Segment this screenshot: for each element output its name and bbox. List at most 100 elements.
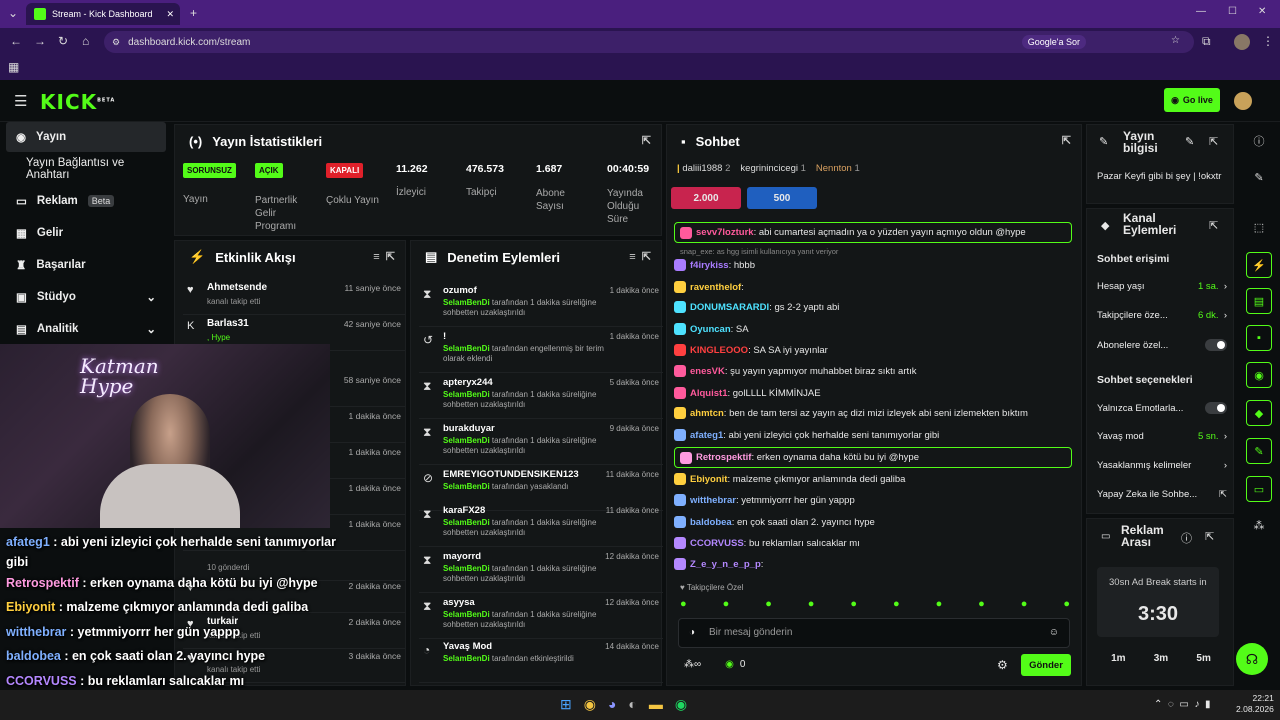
tray-icons[interactable]: ⌃ ◌ ▭ ♪ ▮ bbox=[1154, 699, 1211, 710]
filter-popout-icons[interactable]: ≡ ⇱ bbox=[373, 250, 395, 263]
emote-only-toggle[interactable] bbox=[1205, 402, 1227, 414]
spotify-icon[interactable]: ◉ bbox=[675, 696, 687, 713]
folder-icon[interactable]: ▬ bbox=[649, 696, 663, 713]
support-button[interactable]: ☊ bbox=[1236, 643, 1268, 675]
kick-logo[interactable]: KICKBETA bbox=[40, 90, 115, 114]
lightning-icon[interactable]: ⚡ bbox=[1246, 252, 1272, 278]
bookmark-star-icon[interactable]: ☆ bbox=[1171, 35, 1180, 46]
close-tab-icon[interactable]: ✕ bbox=[166, 9, 174, 20]
go-live-button[interactable]: ◉ Go live bbox=[1164, 88, 1220, 112]
emote-icon[interactable]: ● bbox=[723, 598, 730, 612]
reload-icon[interactable]: ↻ bbox=[58, 34, 68, 48]
steam-icon[interactable]: ◐ bbox=[628, 696, 636, 713]
tab-search-icon[interactable]: ⌄ bbox=[8, 6, 18, 20]
chat-username[interactable]: f4irykiss bbox=[690, 260, 729, 271]
chat-username[interactable]: sevv7lozturk bbox=[696, 227, 754, 238]
emote-icon[interactable]: ● bbox=[893, 598, 900, 612]
chat-username[interactable]: Z_e_y_n_e_p_p bbox=[690, 559, 761, 570]
popout-icon[interactable]: ⇱ bbox=[1205, 530, 1214, 543]
emote-icon[interactable]: ● bbox=[1063, 598, 1070, 612]
ai-moderation-row[interactable]: Yapay Zeka ile Sohbe... ⇱ bbox=[1097, 489, 1227, 500]
back-icon[interactable]: ← bbox=[10, 34, 22, 48]
chat-input[interactable]: ◑ Bir mesaj gönderin ☺ bbox=[678, 618, 1070, 648]
windows-start-icon[interactable]: ⊞ bbox=[560, 696, 572, 713]
discord-icon[interactable]: ◕ bbox=[608, 696, 616, 713]
chat-username[interactable]: KINGLEOOO bbox=[690, 345, 748, 356]
slow-mode-row[interactable]: Yavaş mod 5 sn. › bbox=[1097, 431, 1227, 442]
chat-username[interactable]: DONUMSARARDI bbox=[690, 302, 769, 313]
popout-icon[interactable]: ⇱ bbox=[642, 134, 651, 147]
subscribers-only-toggle[interactable] bbox=[1205, 339, 1227, 351]
top-user-2[interactable]: kegrinincicegi 1 bbox=[740, 163, 806, 174]
extensions-icon[interactable]: ⧉ bbox=[1202, 34, 1211, 49]
google-ask-button[interactable]: Google'a Sor bbox=[1021, 35, 1086, 49]
hamburger-menu-icon[interactable]: ☰ bbox=[14, 92, 27, 110]
chat-popout-icon[interactable]: ⬚ bbox=[1246, 214, 1272, 240]
forward-icon[interactable]: → bbox=[34, 34, 46, 48]
broadcast-icon[interactable]: ◉ bbox=[1246, 362, 1272, 388]
emoji-icon[interactable]: ☺ bbox=[1049, 627, 1059, 638]
mod-target-user[interactable]: mayorrd bbox=[443, 551, 481, 562]
chat-bubble-icon[interactable]: ▪ bbox=[1246, 325, 1272, 351]
banned-words-row[interactable]: Yasaklanmış kelimeler › bbox=[1097, 460, 1227, 471]
ad-icon[interactable]: ▭ bbox=[1246, 476, 1272, 502]
emote-icon[interactable]: ● bbox=[765, 598, 772, 612]
chat-username[interactable]: enesVK bbox=[690, 366, 725, 377]
nav-basarilar[interactable]: ♜ Başarılar bbox=[6, 250, 166, 280]
filter-popout-icons[interactable]: ≡ ⇱ bbox=[629, 250, 651, 263]
mod-target-user[interactable]: Yavaş Mod bbox=[443, 641, 492, 652]
emote-icon[interactable]: ● bbox=[978, 598, 985, 612]
edit-icon[interactable]: ✎ bbox=[1246, 164, 1272, 190]
chat-username[interactable]: CCORVUSS bbox=[690, 538, 744, 549]
nav-analitik[interactable]: ▤ Analitik ⌄ bbox=[6, 314, 166, 344]
followers-only-row[interactable]: Takipçilere öze... 6 dk. › bbox=[1097, 310, 1227, 321]
chat-username[interactable]: raventhelof bbox=[690, 282, 741, 293]
chat-username[interactable]: Alquist1 bbox=[690, 388, 727, 399]
apps-grid-icon[interactable]: ▦ bbox=[8, 60, 19, 74]
gift-pill-1[interactable]: 2.000 bbox=[671, 187, 741, 209]
popout-icon[interactable]: ⇱ bbox=[1209, 219, 1218, 232]
popout-icon[interactable]: ⇱ bbox=[1062, 134, 1071, 147]
mod-target-user[interactable]: apteryx244 bbox=[443, 377, 493, 388]
edit-icon[interactable]: ✎ bbox=[1185, 135, 1194, 148]
browser-tab[interactable]: Stream - Kick Dashboard ✕ bbox=[26, 3, 180, 25]
home-icon[interactable]: ⌂ bbox=[82, 34, 89, 48]
emote-icon[interactable]: ● bbox=[1021, 598, 1028, 612]
emote-icon[interactable]: ● bbox=[680, 598, 687, 612]
activity-user[interactable]: Ahmetsende bbox=[207, 282, 267, 293]
mod-target-user[interactable]: burakduyar bbox=[443, 423, 495, 434]
mod-target-user[interactable]: karaFX28 bbox=[443, 505, 485, 516]
chat-username[interactable]: witthebrar bbox=[690, 495, 736, 506]
shield-icon[interactable]: ◆ bbox=[1246, 400, 1272, 426]
taskbar-clock[interactable]: 22:21 2.08.2026 bbox=[1236, 693, 1274, 715]
chat-username[interactable]: Retrospektif bbox=[696, 452, 751, 463]
address-bar[interactable]: ⚙ dashboard.kick.com/stream Google'a Sor… bbox=[104, 31, 1194, 53]
emote-icon[interactable]: ● bbox=[850, 598, 857, 612]
chrome-icon[interactable]: ◉ bbox=[584, 696, 596, 713]
minimize-icon[interactable]: — bbox=[1196, 6, 1206, 17]
mod-target-user[interactable]: ! bbox=[443, 331, 446, 342]
chat-settings-icon[interactable]: ⚙ bbox=[997, 658, 1008, 672]
chat-username[interactable]: afateg1 bbox=[690, 430, 723, 441]
ad-1m-button[interactable]: 1m bbox=[1111, 653, 1125, 664]
document-icon[interactable]: ▤ bbox=[1246, 288, 1272, 314]
popout-icon[interactable]: ⇱ bbox=[1209, 135, 1218, 148]
chat-username[interactable]: Oyuncan bbox=[690, 324, 731, 335]
nav-gelir[interactable]: ▦ Gelir bbox=[6, 218, 166, 248]
account-age-row[interactable]: Hesap yaşı 1 sa. › bbox=[1097, 281, 1227, 292]
nav-studyo[interactable]: ▣ Stüdyo ⌄ bbox=[6, 282, 166, 312]
profile-avatar[interactable] bbox=[1234, 34, 1250, 50]
emote-icon[interactable]: ● bbox=[936, 598, 943, 612]
wrench-icon[interactable]: ✎ bbox=[1246, 438, 1272, 464]
chat-username[interactable]: baldobea bbox=[690, 517, 732, 528]
chat-username[interactable]: ahmtcn bbox=[690, 408, 724, 419]
top-user-1[interactable]: | daliii1988 2 bbox=[677, 163, 730, 174]
ad-5m-button[interactable]: 5m bbox=[1196, 653, 1210, 664]
emote-icon[interactable]: ● bbox=[808, 598, 815, 612]
info-icon[interactable]: ⓘ bbox=[1181, 530, 1192, 546]
more-icon[interactable]: ⁂ bbox=[1246, 512, 1272, 538]
infinity-icon[interactable]: ⁂∞ bbox=[684, 659, 701, 670]
chat-username[interactable]: Ebiyonit bbox=[690, 474, 727, 485]
close-window-icon[interactable]: ✕ bbox=[1258, 6, 1266, 17]
send-button[interactable]: Gönder bbox=[1021, 654, 1071, 676]
